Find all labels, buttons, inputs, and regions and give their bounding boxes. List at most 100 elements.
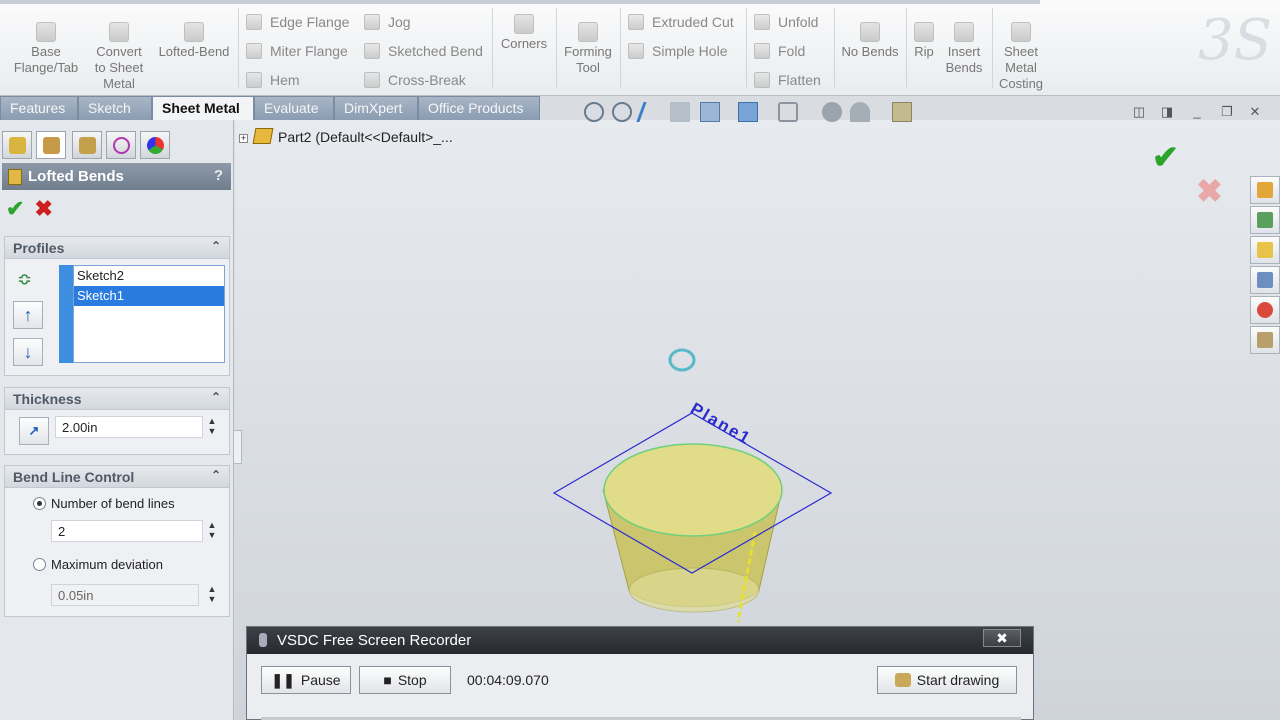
property-manager-tab[interactable] [36, 131, 66, 159]
lofted-bend-button[interactable]: Lofted-Bend [154, 22, 234, 60]
display-manager-tab[interactable] [140, 131, 170, 159]
tab-features[interactable]: Features [0, 96, 78, 120]
profiles-select-icon: ≎ [17, 269, 33, 289]
ribbon-separator [992, 8, 993, 88]
ribbon-separator [620, 8, 621, 88]
cross-break-button[interactable]: Cross-Break [364, 71, 466, 89]
costing-label: Sheet Metal Costing [998, 44, 1044, 91]
stop-button[interactable]: ■ Stop [359, 666, 451, 694]
configuration-manager-tab[interactable] [72, 131, 102, 159]
profiles-heading[interactable]: Profiles ⌃ [5, 237, 229, 259]
tab-office-products[interactable]: Office Products [418, 96, 540, 120]
pane-collapse-handle[interactable] [234, 430, 242, 464]
maximum-deviation-radio[interactable]: Maximum deviation [33, 557, 163, 572]
collapse-chevron-icon[interactable]: ⌃ [211, 468, 221, 482]
bend-lines-count-field[interactable]: 2 [51, 520, 203, 542]
zoom-to-fit-icon[interactable] [584, 102, 604, 122]
restore-icon[interactable]: ❐ [1218, 104, 1236, 122]
miter-flange-button[interactable]: Miter Flange [246, 42, 348, 60]
jog-label: Jog [388, 14, 411, 30]
feature-manager-tab[interactable] [2, 131, 32, 159]
zoom-to-area-icon[interactable] [612, 102, 632, 122]
hide-show-items-icon[interactable] [778, 102, 798, 122]
number-of-bend-lines-radio[interactable]: Number of bend lines [33, 496, 175, 511]
appearances-tab[interactable] [1250, 296, 1280, 324]
list-item[interactable]: Sketch1 [74, 286, 224, 306]
profiles-group: Profiles ⌃ ≎ ↑ ↓ Sketch2 Sketch1 [4, 236, 230, 376]
tab-sheet-metal[interactable]: Sheet Metal [152, 96, 254, 121]
edit-appearance-icon[interactable] [822, 102, 842, 122]
extruded-cut-button[interactable]: Extruded Cut [628, 13, 734, 31]
no-bends-button[interactable]: No Bends [838, 22, 902, 60]
display-style-icon[interactable] [738, 102, 758, 122]
confirm-cancel-icon[interactable]: ✖ [1196, 172, 1223, 210]
rip-button[interactable]: Rip [910, 22, 938, 60]
view-settings-icon[interactable] [892, 102, 912, 122]
tab-sketch[interactable]: Sketch [78, 96, 152, 120]
sheet-metal-costing-button[interactable]: Sheet Metal Costing [996, 22, 1046, 92]
forming-tool-button[interactable]: Forming Tool [560, 22, 616, 76]
start-drawing-button[interactable]: Start drawing [877, 666, 1017, 694]
edge-flange-button[interactable]: Edge Flange [246, 13, 349, 31]
move-up-button[interactable]: ↑ [13, 301, 43, 329]
ribbon-separator [906, 8, 907, 88]
screen-recorder-window: VSDC Free Screen Recorder ✖ ❚❚ Pause ■ Sto… [246, 626, 1034, 720]
convert-to-sheet-metal-button[interactable]: Convert to Sheet Metal [88, 22, 150, 92]
forming-tool-label: Forming Tool [564, 44, 612, 75]
pause-button[interactable]: ❚❚ Pause [261, 666, 351, 694]
cross-break-label: Cross-Break [388, 72, 466, 88]
corners-button[interactable]: Corners [496, 14, 552, 52]
tile-left-icon[interactable]: ◫ [1130, 104, 1148, 122]
thickness-spinner[interactable]: ▲ ▼ [205, 416, 219, 438]
ribbon-separator [746, 8, 747, 88]
profiles-list[interactable]: Sketch2 Sketch1 [59, 265, 225, 363]
collapse-chevron-icon[interactable]: ⌃ [211, 239, 221, 253]
tile-right-icon[interactable]: ◨ [1158, 104, 1176, 122]
unfold-button[interactable]: Unfold [754, 13, 818, 31]
flatten-button[interactable]: Flatten [754, 71, 821, 89]
hem-button[interactable]: Hem [246, 71, 300, 89]
confirm-ok-icon[interactable]: ✔ [1152, 138, 1179, 176]
jog-icon [364, 14, 380, 30]
close-icon[interactable]: ✕ [1246, 104, 1264, 122]
cancel-button[interactable]: ✖ [34, 196, 52, 221]
thickness-field[interactable]: 2.00in [55, 416, 203, 438]
simple-hole-button[interactable]: Simple Hole [628, 42, 727, 60]
expand-icon[interactable]: + [239, 134, 248, 143]
lofted-bends-icon [8, 169, 22, 185]
solidworks-resources-tab[interactable] [1250, 176, 1280, 204]
list-item[interactable]: Sketch2 [74, 266, 224, 286]
view-orientation-icon[interactable] [700, 102, 720, 122]
help-icon[interactable]: ? [214, 167, 223, 184]
file-explorer-tab[interactable] [1250, 236, 1280, 264]
collapse-chevron-icon[interactable]: ⌃ [211, 390, 221, 404]
fold-button[interactable]: Fold [754, 42, 805, 60]
dimxpert-manager-tab[interactable] [106, 131, 136, 159]
jog-button[interactable]: Jog [364, 13, 411, 31]
section-view-icon[interactable] [670, 102, 690, 122]
tab-evaluate[interactable]: Evaluate [254, 96, 334, 120]
tab-dimxpert[interactable]: DimXpert [334, 96, 418, 120]
ok-button[interactable]: ✔ [6, 196, 24, 221]
bend-line-control-heading[interactable]: Bend Line Control ⌃ [5, 466, 229, 488]
thickness-heading[interactable]: Thickness ⌃ [5, 388, 229, 410]
recorder-close-button[interactable]: ✖ [983, 629, 1021, 647]
miter-flange-label: Miter Flange [270, 43, 348, 59]
sketched-bend-button[interactable]: Sketched Bend [364, 42, 483, 60]
insert-bends-button[interactable]: Insert Bends [940, 22, 988, 76]
design-library-tab[interactable] [1250, 206, 1280, 234]
base-flange-button[interactable]: Base Flange/Tab [8, 22, 84, 76]
feature-tree-root[interactable]: + Part2 (Default<<Default>_... [239, 128, 453, 145]
property-manager-header: Lofted Bends ? [2, 163, 231, 190]
bend-lines-spinner[interactable]: ▲ ▼ [205, 520, 219, 542]
command-manager-ribbon: Base Flange/Tab Convert to Sheet Metal L… [0, 0, 1280, 96]
view-palette-tab[interactable] [1250, 266, 1280, 294]
ribbon-top-strip [0, 0, 1040, 4]
minimize-icon[interactable]: _ [1188, 104, 1206, 122]
reverse-direction-button[interactable]: ↗ [19, 417, 49, 445]
move-down-button[interactable]: ↓ [13, 338, 43, 366]
recording-timer: 00:04:09.070 [467, 672, 549, 688]
apply-scene-icon[interactable] [850, 102, 870, 122]
custom-properties-tab[interactable] [1250, 326, 1280, 354]
unfold-icon [754, 14, 770, 30]
